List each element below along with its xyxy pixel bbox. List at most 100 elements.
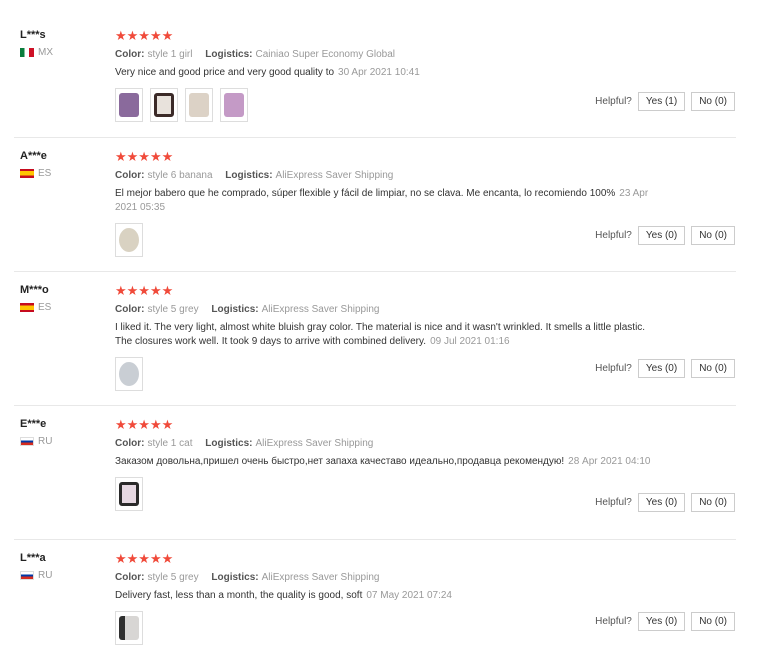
- review-text: I liked it. The very light, almost white…: [115, 321, 655, 349]
- review-content: ★★★★★ Color: style 1 girl Logistics: Caini…: [115, 29, 655, 122]
- review-date: 07 May 2021 07:24: [366, 590, 452, 601]
- logistics-label: Logistics:: [225, 170, 273, 181]
- review-body: Delivery fast, less than a month, the qu…: [115, 590, 363, 601]
- logistics-value: Cainiao Super Economy Global: [255, 49, 396, 60]
- divider: [14, 271, 736, 272]
- helpful-no-button[interactable]: No (0): [691, 493, 735, 512]
- helpful-vote: Helpful? Yes (0) No (0): [595, 612, 735, 631]
- reviewer-country: MX: [20, 47, 53, 58]
- reviewer-country: RU: [20, 436, 52, 447]
- review-photo-thumbnail[interactable]: [115, 223, 143, 257]
- helpful-yes-button[interactable]: Yes (0): [637, 493, 686, 512]
- review-content: ★★★★★ Color: style 5 grey Logistics: AliEx…: [115, 552, 655, 645]
- star-rating: ★★★★★: [115, 551, 174, 566]
- review-photo-thumbnail[interactable]: [220, 88, 248, 122]
- reviewer-name: M***o: [20, 284, 49, 296]
- helpful-yes-button[interactable]: Yes (0): [637, 359, 686, 378]
- reviewer-name: A***e: [20, 150, 47, 162]
- color-label: Color:: [115, 438, 145, 449]
- review-content: ★★★★★ Color: style 1 cat Logistics: AliExp…: [115, 418, 655, 511]
- review-photos: [115, 88, 655, 122]
- color-label: Color:: [115, 572, 145, 583]
- review-body: El mejor babero que he comprado, súper f…: [115, 188, 616, 199]
- logistics-value: AliExpress Saver Shipping: [255, 438, 374, 449]
- helpful-label: Helpful?: [595, 363, 632, 374]
- helpful-vote: Helpful? Yes (1) No (0): [595, 92, 735, 111]
- reviewer-name: L***s: [20, 29, 46, 41]
- review-date: 28 Apr 2021 04:10: [568, 456, 651, 467]
- review-photos: [115, 477, 655, 511]
- reviewer-name: E***e: [20, 418, 47, 430]
- review-content: ★★★★★ Color: style 5 grey Logistics: AliEx…: [115, 284, 655, 391]
- review-meta: Color: style 5 grey Logistics: AliExpress …: [115, 304, 655, 315]
- review-body: Заказом довольна,пришел очень быстро,нет…: [115, 456, 565, 467]
- review-meta: Color: style 1 cat Logistics: AliExpress S…: [115, 438, 655, 449]
- helpful-yes-button[interactable]: Yes (0): [637, 612, 686, 631]
- review-body: Very nice and good price and very good q…: [115, 67, 335, 78]
- helpful-no-button[interactable]: No (0): [691, 359, 735, 378]
- review-photo-thumbnail[interactable]: [115, 611, 143, 645]
- logistics-value: AliExpress Saver Shipping: [275, 170, 394, 181]
- color-value: style 6 banana: [147, 170, 213, 181]
- logistics-label: Logistics:: [211, 572, 259, 583]
- star-rating: ★★★★★: [115, 149, 174, 164]
- helpful-no-button[interactable]: No (0): [691, 612, 735, 631]
- review-meta: Color: style 1 girl Logistics: Cainiao Sup…: [115, 49, 655, 60]
- review-photo-thumbnail[interactable]: [150, 88, 178, 122]
- reviewer-country: ES: [20, 302, 51, 313]
- review-photo-thumbnail[interactable]: [185, 88, 213, 122]
- russia-flag-icon: [20, 437, 34, 446]
- review-photo-thumbnail[interactable]: [115, 357, 143, 391]
- color-label: Color:: [115, 49, 145, 60]
- review-date: 30 Apr 2021 10:41: [338, 67, 420, 78]
- helpful-yes-button[interactable]: Yes (0): [637, 226, 686, 245]
- country-code: RU: [38, 436, 53, 447]
- country-code: ES: [38, 168, 52, 179]
- divider: [14, 539, 736, 540]
- helpful-label: Helpful?: [595, 616, 632, 627]
- logistics-label: Logistics:: [205, 49, 253, 60]
- review-item: L***a RU ★★★★★ Color: style 5 grey Logist…: [0, 552, 740, 646]
- logistics-value: AliExpress Saver Shipping: [261, 304, 380, 315]
- spain-flag-icon: [20, 303, 34, 312]
- helpful-label: Helpful?: [595, 230, 632, 241]
- review-photos: [115, 223, 655, 257]
- reviewer-name: L***a: [20, 552, 46, 564]
- helpful-no-button[interactable]: No (0): [691, 92, 735, 111]
- star-rating: ★★★★★: [115, 28, 174, 43]
- helpful-yes-button[interactable]: Yes (1): [637, 92, 686, 111]
- color-value: style 5 grey: [147, 572, 199, 583]
- review-content: ★★★★★ Color: style 6 banana Logistics: Ali…: [115, 150, 655, 257]
- review-text: El mejor babero que he comprado, súper f…: [115, 187, 655, 215]
- spain-flag-icon: [20, 169, 34, 178]
- helpful-vote: Helpful? Yes (0) No (0): [595, 493, 735, 512]
- review-item: M***o ES ★★★★★ Color: style 5 grey Logist…: [0, 284, 740, 406]
- color-label: Color:: [115, 304, 145, 315]
- country-code: MX: [38, 47, 53, 58]
- review-photos: [115, 611, 655, 645]
- review-text: Very nice and good price and very good q…: [115, 66, 655, 80]
- star-rating: ★★★★★: [115, 417, 174, 432]
- review-text: Заказом довольна,пришел очень быстро,нет…: [115, 455, 655, 469]
- reviewer-country: ES: [20, 168, 51, 179]
- color-value: style 1 cat: [147, 438, 193, 449]
- reviewer-country: RU: [20, 570, 52, 581]
- logistics-value: AliExpress Saver Shipping: [261, 572, 380, 583]
- divider: [14, 137, 736, 138]
- review-item: L***s MX ★★★★★ Color: style 1 girl Logist…: [0, 29, 740, 138]
- reviews-list: L***s MX ★★★★★ Color: style 1 girl Logist…: [0, 0, 778, 649]
- russia-flag-icon: [20, 571, 34, 580]
- country-code: RU: [38, 570, 53, 581]
- divider: [14, 405, 736, 406]
- review-photo-thumbnail[interactable]: [115, 477, 143, 511]
- review-date: 09 Jul 2021 01:16: [430, 336, 510, 347]
- review-item: E***e RU ★★★★★ Color: style 1 cat Logisti…: [0, 418, 740, 540]
- helpful-label: Helpful?: [595, 96, 632, 107]
- review-meta: Color: style 5 grey Logistics: AliExpress …: [115, 572, 655, 583]
- review-text: Delivery fast, less than a month, the qu…: [115, 589, 655, 603]
- review-body: I liked it. The very light, almost white…: [115, 322, 646, 347]
- helpful-no-button[interactable]: No (0): [691, 226, 735, 245]
- color-label: Color:: [115, 170, 145, 181]
- logistics-label: Logistics:: [205, 438, 253, 449]
- review-photo-thumbnail[interactable]: [115, 88, 143, 122]
